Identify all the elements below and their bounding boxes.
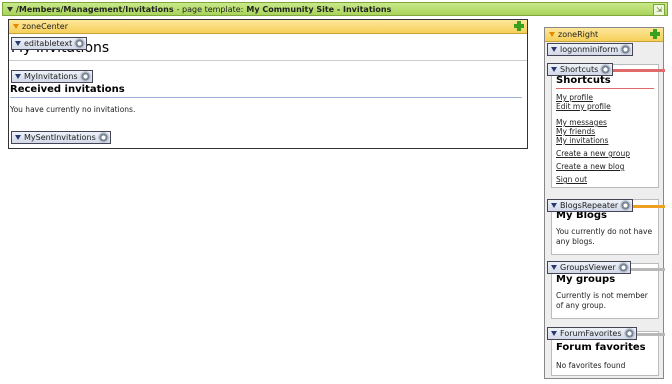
webpart-mysentinvitations[interactable]: MySentInvitations — [11, 131, 111, 144]
collapse-icon[interactable] — [13, 24, 19, 29]
link-create-blog[interactable]: Create a new blog — [556, 162, 624, 171]
groups-title: My groups — [556, 274, 616, 285]
webpart-menu-icon[interactable] — [551, 67, 557, 72]
webpart-menu-icon[interactable] — [15, 41, 21, 46]
webpart-menu-icon[interactable] — [551, 47, 557, 52]
webpart-label: ForumFavorites — [560, 329, 622, 338]
add-webpart-icon[interactable] — [513, 20, 525, 32]
link-create-group[interactable]: Create a new group — [556, 149, 630, 158]
webpart-menu-icon[interactable] — [15, 74, 21, 79]
collapse-icon[interactable] — [7, 6, 13, 12]
page-template-bar: /Members/Management/Invitations - page t… — [2, 2, 668, 16]
zone-label: zoneCenter — [22, 22, 69, 31]
heading-underline — [10, 97, 522, 98]
webpart-label: MyInvitations — [24, 72, 78, 81]
webpart-blogsrepeater[interactable]: BlogsRepeater — [547, 199, 634, 212]
gear-icon[interactable] — [600, 64, 612, 75]
zone-center: zoneCenter My Invitations editabletext M… — [8, 19, 528, 149]
link-my-messages[interactable]: My messages — [556, 118, 607, 127]
webpart-menu-icon[interactable] — [15, 135, 21, 140]
webpart-myinvitations[interactable]: MyInvitations — [11, 70, 93, 83]
shortcuts-panel: Shortcuts My profile Edit my profile My … — [551, 64, 659, 188]
zone-right: zoneRight logonminiform Shortcuts My pro… — [544, 27, 665, 379]
webpart-label: editabletext — [24, 39, 73, 48]
webpart-label: logonminiform — [560, 45, 619, 54]
gear-icon[interactable] — [620, 44, 632, 55]
shortcuts-underline — [556, 88, 654, 89]
webpart-menu-icon[interactable] — [551, 265, 557, 270]
shortcuts-accent-bar — [607, 69, 665, 72]
add-webpart-icon[interactable] — [649, 28, 661, 40]
link-edit-my-profile[interactable]: Edit my profile — [556, 102, 611, 111]
gear-icon[interactable] — [79, 71, 91, 82]
link-sign-out[interactable]: Sign out — [556, 175, 587, 184]
zone-right-header[interactable]: zoneRight — [545, 28, 663, 42]
webpart-groupsviewer[interactable]: GroupsViewer — [547, 261, 631, 274]
webpart-shortcuts[interactable]: Shortcuts — [547, 63, 614, 76]
blogs-text: You currently do not have any blogs. — [556, 227, 653, 246]
webpart-label: MySentInvitations — [24, 133, 96, 142]
webpart-logonminiform[interactable]: logonminiform — [547, 43, 634, 56]
webpart-label: BlogsRepeater — [560, 201, 619, 210]
gear-icon[interactable] — [74, 38, 86, 49]
zone-label: zoneRight — [558, 30, 599, 39]
webpart-menu-icon[interactable] — [551, 331, 557, 336]
link-my-invitations[interactable]: My invitations — [556, 136, 608, 145]
link-my-profile[interactable]: My profile — [556, 93, 593, 102]
webpart-editabletext[interactable]: editabletext — [11, 37, 88, 50]
gear-icon[interactable] — [620, 200, 632, 211]
webpart-label: Shortcuts — [560, 65, 599, 74]
received-heading: Received invitations — [10, 84, 125, 95]
gear-icon[interactable] — [623, 328, 635, 339]
webpart-menu-icon[interactable] — [551, 203, 557, 208]
groups-accent-bar — [625, 268, 665, 271]
shortcuts-title: Shortcuts — [556, 75, 611, 86]
gear-icon[interactable] — [97, 132, 109, 143]
gear-icon[interactable] — [617, 262, 629, 273]
no-invitations-text: You have currently no invitations. — [10, 105, 136, 114]
forum-text: No favorites found — [556, 361, 626, 370]
collapse-icon[interactable] — [549, 32, 555, 37]
forum-title: Forum favorites — [556, 342, 646, 353]
template-label: - page template: — [176, 4, 244, 14]
template-name: My Community Site - Invitations — [246, 4, 392, 14]
link-my-friends[interactable]: My friends — [556, 127, 595, 136]
divider — [9, 60, 527, 61]
webpart-label: GroupsViewer — [560, 263, 616, 272]
zone-center-header[interactable]: zoneCenter — [9, 20, 527, 34]
page-path: /Members/Management/Invitations — [16, 4, 174, 14]
expand-icon[interactable]: ⇲ — [653, 4, 665, 16]
groups-text: Currently is not member of any group. — [556, 291, 648, 310]
webpart-forumfavorites[interactable]: ForumFavorites — [547, 327, 637, 340]
